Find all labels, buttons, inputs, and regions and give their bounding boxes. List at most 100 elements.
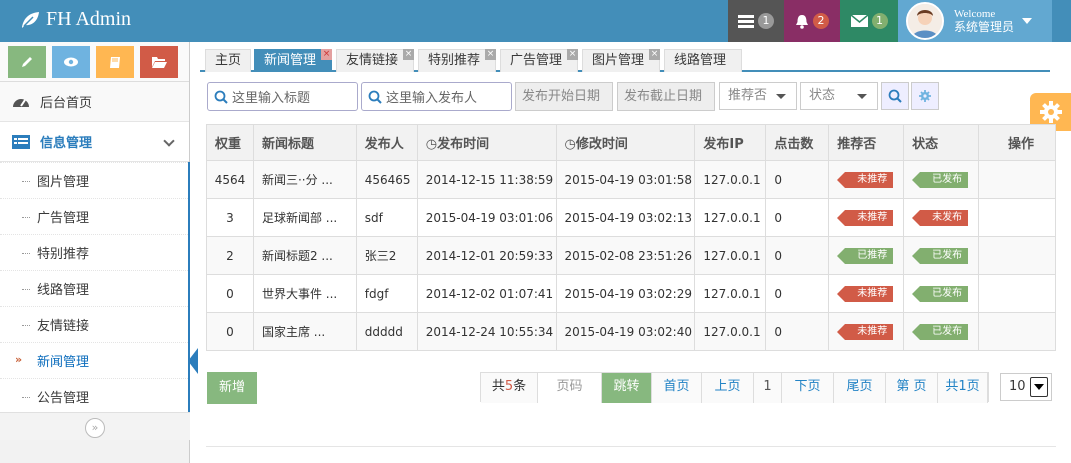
table-row[interactable]: 3 足球新闻部 ... sdf 2015-04-19 03:01:06 2015-04-… xyxy=(206,198,1056,237)
collapse-icon[interactable]: » xyxy=(85,418,105,438)
sidebar-item-routes[interactable]: 线路管理 xyxy=(0,270,188,306)
header-weight[interactable]: 权重 xyxy=(206,124,254,161)
close-icon[interactable]: × xyxy=(485,49,496,60)
header-title[interactable]: 新闻标题 xyxy=(252,124,357,161)
recommend-label[interactable]: 未推荐 xyxy=(837,286,894,302)
close-icon[interactable]: × xyxy=(649,49,660,60)
menu-group-info[interactable]: 信息管理 xyxy=(0,122,189,162)
user-menu[interactable]: Welcome 系统管理员 xyxy=(898,0,1052,42)
tab-label: 主页 xyxy=(215,53,242,68)
submenu: 图片管理 广告管理 特别推荐 线路管理 友情链接 » 新闻管理 公告管理 xyxy=(0,162,198,414)
table-row[interactable]: 0 国家主席 ... ddddd 2014-12-24 10:55:34 2015-04… xyxy=(206,312,1056,351)
header-modified[interactable]: ◷修改时间 xyxy=(555,124,696,161)
tasks-button[interactable]: 1 xyxy=(728,0,784,42)
add-button[interactable]: 新增 xyxy=(207,372,257,404)
sidebar-item-images[interactable]: 图片管理 xyxy=(0,162,188,198)
notifications-badge: 2 xyxy=(813,13,829,29)
shortcut-pencil-button[interactable] xyxy=(8,46,46,78)
recommend-label[interactable]: 未推荐 xyxy=(837,172,894,188)
cell-published: 2014-12-15 11:38:59 xyxy=(416,160,557,199)
first-page-button[interactable]: 首页 xyxy=(652,373,702,403)
table-row[interactable]: 0 世界大事件 ... fdgf 2014-12-02 01:07:41 2015-04… xyxy=(206,274,1056,313)
tab-links[interactable]: 友情链接 × xyxy=(336,49,414,72)
cell-published: 2014-12-24 10:55:34 xyxy=(416,312,557,351)
status-label[interactable]: 未发布 xyxy=(912,210,969,226)
header-recommend[interactable]: 推荐否 xyxy=(828,124,905,161)
start-date-input[interactable]: 发布开始日期 xyxy=(515,82,613,111)
total-prefix: 共 xyxy=(491,379,505,394)
recommend-label[interactable]: 已推荐 xyxy=(837,248,894,264)
status-label[interactable]: 已发布 xyxy=(912,324,969,340)
tab-home[interactable]: 主页 xyxy=(205,49,251,72)
jump-button[interactable]: 跳转 xyxy=(602,373,652,403)
search-icon xyxy=(214,90,228,104)
cell-status: 已发布 xyxy=(903,160,980,199)
brand[interactable]: FH Admin xyxy=(20,8,131,31)
sidebar-item-label: 公告管理 xyxy=(37,391,90,406)
shortcut-eye-button[interactable] xyxy=(52,46,90,78)
tab-images[interactable]: 图片管理 × xyxy=(582,49,660,72)
nth-page-button[interactable]: 第 页 xyxy=(886,373,938,403)
header-clicks[interactable]: 点击数 xyxy=(765,124,830,161)
recommend-select[interactable]: 推荐否 xyxy=(719,82,797,110)
search-button[interactable] xyxy=(881,82,909,110)
sidebar-item-news[interactable]: » 新闻管理 xyxy=(0,342,198,378)
tab-routes[interactable]: 线路管理 xyxy=(664,49,742,72)
tab-special[interactable]: 特别推荐 × xyxy=(418,49,496,72)
recommend-label[interactable]: 未推荐 xyxy=(837,324,894,340)
header-author[interactable]: 发布人 xyxy=(355,124,418,161)
shortcut-folder-button[interactable] xyxy=(140,46,178,78)
close-icon[interactable]: × xyxy=(567,49,578,60)
cell-clicks: 0 xyxy=(765,198,830,237)
sidebar-item-links[interactable]: 友情链接 xyxy=(0,306,188,342)
close-icon[interactable]: × xyxy=(321,49,332,60)
sidebar-item-label: 友情链接 xyxy=(37,319,90,334)
tab-news[interactable]: 新闻管理 × xyxy=(254,49,332,72)
end-date-input[interactable]: 发布截止日期 xyxy=(617,82,715,111)
caret-down-icon xyxy=(1022,18,1033,24)
settings-button[interactable] xyxy=(911,82,939,110)
header-published[interactable]: ◷发布时间 xyxy=(416,124,557,161)
page-input[interactable]: 页码 xyxy=(538,373,602,403)
tab-label: 特别推荐 xyxy=(428,53,481,68)
total-count: 共5条 xyxy=(481,373,538,403)
sidebar-item-notices[interactable]: 公告管理 xyxy=(0,378,188,414)
header-ip[interactable]: 发布IP xyxy=(694,124,767,161)
cell-modified: 2015-04-19 03:02:13 xyxy=(555,198,696,237)
title-search-input[interactable]: 这里输入标题 xyxy=(207,82,358,111)
notifications-button[interactable]: 2 xyxy=(784,0,840,42)
cell-recommend: 已推荐 xyxy=(828,236,905,275)
book-icon xyxy=(110,56,120,68)
close-icon[interactable]: × xyxy=(403,49,414,60)
sidebar-shortcuts xyxy=(0,42,189,82)
cell-published: 2015-04-19 03:01:06 xyxy=(416,198,557,237)
shortcut-book-button[interactable] xyxy=(96,46,134,78)
status-select[interactable]: 状态 xyxy=(800,82,878,110)
sidebar-item-special[interactable]: 特别推荐 xyxy=(0,234,188,270)
tab-ads[interactable]: 广告管理 × xyxy=(500,49,578,72)
table-row[interactable]: 4564 新闻三··分 ... 456465 2014-12-15 11:38:59 2… xyxy=(206,160,1056,199)
table-row[interactable]: 2 新闻标题2 ... 张三2 2014-12-01 20:59:33 2015-02-… xyxy=(206,236,1056,275)
recommend-label[interactable]: 未推荐 xyxy=(837,210,894,226)
cell-published: 2014-12-01 20:59:33 xyxy=(416,236,557,275)
author-search-input[interactable]: 这里输入发布人 xyxy=(361,82,512,111)
sidebar-item-ads[interactable]: 广告管理 xyxy=(0,198,188,234)
status-label[interactable]: 已发布 xyxy=(912,286,969,302)
total-suffix: 条 xyxy=(513,379,527,394)
header-status[interactable]: 状态 xyxy=(903,124,980,161)
menu-home[interactable]: 后台首页 xyxy=(0,82,189,122)
tab-bar: 主页 新闻管理 × 友情链接 × 特别推荐 × 广告管理 × 图片管理 × 线路管理 xyxy=(200,46,1050,72)
next-page-button[interactable]: 下页 xyxy=(782,373,834,403)
cell-author: sdf xyxy=(355,198,418,237)
page-size-select[interactable]: 10 xyxy=(1000,373,1052,401)
prev-page-button[interactable]: 上页 xyxy=(702,373,754,403)
author-search-placeholder: 这里输入发布人 xyxy=(386,91,478,106)
header-modified-label: 修改时间 xyxy=(575,137,628,152)
title-search-placeholder: 这里输入标题 xyxy=(232,91,311,106)
cell-published: 2014-12-02 01:07:41 xyxy=(416,274,557,313)
status-label[interactable]: 已发布 xyxy=(912,172,969,188)
last-page-button[interactable]: 尾页 xyxy=(834,373,886,403)
user-info: Welcome 系统管理员 xyxy=(954,8,1014,34)
status-label[interactable]: 已发布 xyxy=(912,248,969,264)
messages-button[interactable]: 1 xyxy=(840,0,898,42)
